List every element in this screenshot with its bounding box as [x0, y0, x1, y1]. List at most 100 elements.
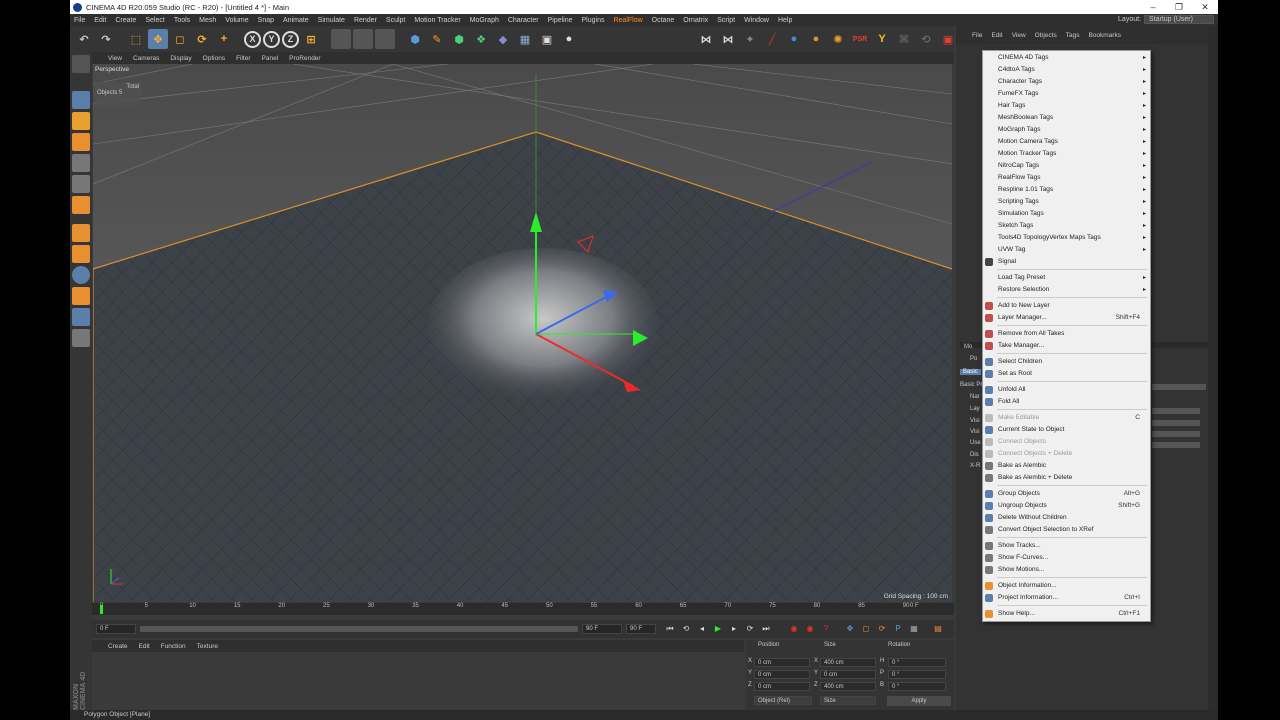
ctx-item-sketch-tags[interactable]: Sketch Tags ▸: [983, 220, 1152, 232]
menu-mesh[interactable]: Mesh: [199, 17, 216, 24]
ctx-item-fumefx-tags[interactable]: FumeFX Tags ▸: [983, 88, 1152, 100]
grid-icon[interactable]: [72, 329, 90, 347]
layout-dropdown[interactable]: Startup (User): [1144, 15, 1214, 24]
ctx-item-fold-all[interactable]: Fold All: [983, 396, 1152, 408]
goto-start-button[interactable]: ⏮: [664, 623, 676, 635]
next-frame-button[interactable]: ▸: [728, 623, 740, 635]
move-tool-button[interactable]: ✥: [148, 29, 168, 49]
maximize-button[interactable]: ❐: [1166, 2, 1192, 13]
plugin-tool-2-icon[interactable]: ⋈: [718, 29, 738, 49]
vp-menu-display[interactable]: Display: [170, 55, 191, 62]
attr-layer-field[interactable]: [1152, 408, 1200, 414]
render-view-icon[interactable]: [331, 29, 351, 49]
menu-character[interactable]: Character: [508, 17, 539, 24]
panel-vertical-tabs[interactable]: [1208, 26, 1218, 710]
octane-icon[interactable]: ●: [806, 29, 826, 49]
plugin-tool-3-icon[interactable]: ✦: [740, 29, 760, 49]
playhead[interactable]: [100, 605, 103, 614]
vp-menu-cameras[interactable]: Cameras: [133, 55, 159, 62]
record-pla-button[interactable]: ▦: [908, 623, 920, 635]
close-button[interactable]: ✕: [1192, 2, 1218, 13]
python-icon[interactable]: ●: [784, 29, 804, 49]
ctx-item-bake-as-alembic-delete[interactable]: Bake as Alembic + Delete: [983, 472, 1152, 484]
ctx-item-meshboolean-tags[interactable]: MeshBoolean Tags ▸: [983, 112, 1152, 124]
workplane-mode-icon[interactable]: [72, 133, 90, 151]
goto-end-button[interactable]: ⏭: [760, 623, 772, 635]
menu-render[interactable]: Render: [354, 17, 377, 24]
menu-ornatrix[interactable]: Ornatrix: [683, 17, 708, 24]
rotation-p-field[interactable]: 0 °: [888, 670, 946, 679]
light-icon[interactable]: ●: [559, 29, 579, 49]
ctx-item-group-objects[interactable]: Group Objects Alt+G: [983, 488, 1152, 500]
polygons-mode-icon[interactable]: [72, 196, 90, 214]
ctx-item-load-tag-preset[interactable]: Load Tag Preset ▸: [983, 272, 1152, 284]
psr-icon[interactable]: PSR: [850, 29, 870, 49]
attr-visible-renderer-dropdown[interactable]: [1152, 431, 1200, 437]
record-position-button[interactable]: ✥: [844, 623, 856, 635]
record-parameter-button[interactable]: P: [892, 623, 904, 635]
undo-button[interactable]: ↶: [74, 29, 94, 49]
vp-menu-options[interactable]: Options: [203, 55, 225, 62]
paint-tool-icon[interactable]: ╱: [762, 29, 782, 49]
ctx-item-motion-camera-tags[interactable]: Motion Camera Tags ▸: [983, 136, 1152, 148]
menu-window[interactable]: Window: [744, 17, 769, 24]
deformer-icon[interactable]: ◆: [493, 29, 513, 49]
menu-edit[interactable]: Edit: [94, 17, 106, 24]
camera-icon[interactable]: ▣: [537, 29, 557, 49]
ctx-item-respline-1-01-tags[interactable]: Respline 1.01 Tags ▸: [983, 184, 1152, 196]
ctx-item-nitrocap-tags[interactable]: NitroCap Tags ▸: [983, 160, 1152, 172]
om-menu-edit[interactable]: Edit: [991, 32, 1002, 39]
recent-tools-button[interactable]: +: [214, 29, 234, 49]
menu-script[interactable]: Script: [717, 17, 735, 24]
size-mode-dropdown[interactable]: Size: [820, 696, 876, 705]
ctx-item-current-state-to-object[interactable]: Current State to Object: [983, 424, 1152, 436]
size-x-field[interactable]: 400 cm: [820, 658, 876, 667]
prev-key-button[interactable]: ⟲: [680, 623, 692, 635]
record-keys-button[interactable]: ◉: [788, 623, 800, 635]
menu-simulate[interactable]: Simulate: [318, 17, 345, 24]
vp-menu-filter[interactable]: Filter: [236, 55, 250, 62]
menu-file[interactable]: File: [74, 17, 85, 24]
attr-visible-editor-dropdown[interactable]: [1152, 420, 1200, 426]
play-button[interactable]: ▶: [712, 623, 724, 635]
size-y-field[interactable]: 0 cm: [820, 670, 876, 679]
om-menu-file[interactable]: File: [972, 32, 982, 39]
ctx-item-mograph-tags[interactable]: MoGraph Tags ▸: [983, 124, 1152, 136]
om-menu-tags[interactable]: Tags: [1066, 32, 1080, 39]
ctx-item-simulation-tags[interactable]: Simulation Tags ▸: [983, 208, 1152, 220]
live-selection-button[interactable]: ⬚: [126, 29, 146, 49]
menu-snap[interactable]: Snap: [258, 17, 274, 24]
scale-tool-button[interactable]: ◻: [170, 29, 190, 49]
points-mode-icon[interactable]: [72, 154, 90, 172]
ctx-item-set-as-root[interactable]: Set as Root: [983, 368, 1152, 380]
autokey-button[interactable]: ◉: [804, 623, 816, 635]
menu-volume[interactable]: Volume: [225, 17, 248, 24]
keyframe-selection-button[interactable]: ?: [820, 623, 832, 635]
ctx-item-unfold-all[interactable]: Unfold All: [983, 384, 1152, 396]
perspective-viewport[interactable]: Perspective Total Objects 5 Grid Spacing…: [93, 64, 952, 602]
array-generator-icon[interactable]: ❖: [471, 29, 491, 49]
ctx-item-c4dtoa-tags[interactable]: C4dtoA Tags ▸: [983, 64, 1152, 76]
menu-create[interactable]: Create: [115, 17, 136, 24]
record-rotation-button[interactable]: ⟳: [876, 623, 888, 635]
om-menu-bookmarks[interactable]: Bookmarks: [1088, 32, 1121, 39]
realflow-icon[interactable]: ✺: [828, 29, 848, 49]
ctx-item-convert-object-selection-to-xref[interactable]: Convert Object Selection to XRef: [983, 524, 1152, 536]
ctx-item-show-help[interactable]: Show Help... Ctrl+F1: [983, 608, 1152, 620]
vp-menu-panel[interactable]: Panel: [262, 55, 279, 62]
timeline-ruler[interactable]: 051015202530354045505560657075808590 0 F: [92, 603, 954, 615]
menu-sculpt[interactable]: Sculpt: [386, 17, 405, 24]
workplane-icon[interactable]: [72, 308, 90, 326]
texture-mode-icon[interactable]: [72, 112, 90, 130]
ctx-item-show-motions[interactable]: Show Motions...: [983, 564, 1152, 576]
plugin-tool-1-icon[interactable]: ⋈: [696, 29, 716, 49]
om-menu-objects[interactable]: Objects: [1035, 32, 1057, 39]
position-y-field[interactable]: 0 cm: [754, 670, 810, 679]
ctx-item-delete-without-children[interactable]: Delete Without Children: [983, 512, 1152, 524]
ctx-item-add-to-new-layer[interactable]: Add to New Layer: [983, 300, 1152, 312]
cube-primitive-icon[interactable]: ⬢: [405, 29, 425, 49]
ctx-item-character-tags[interactable]: Character Tags ▸: [983, 76, 1152, 88]
rotation-b-field[interactable]: 0 °: [888, 682, 946, 691]
pen-spline-icon[interactable]: ✎: [427, 29, 447, 49]
menu-motion-tracker[interactable]: Motion Tracker: [414, 17, 460, 24]
